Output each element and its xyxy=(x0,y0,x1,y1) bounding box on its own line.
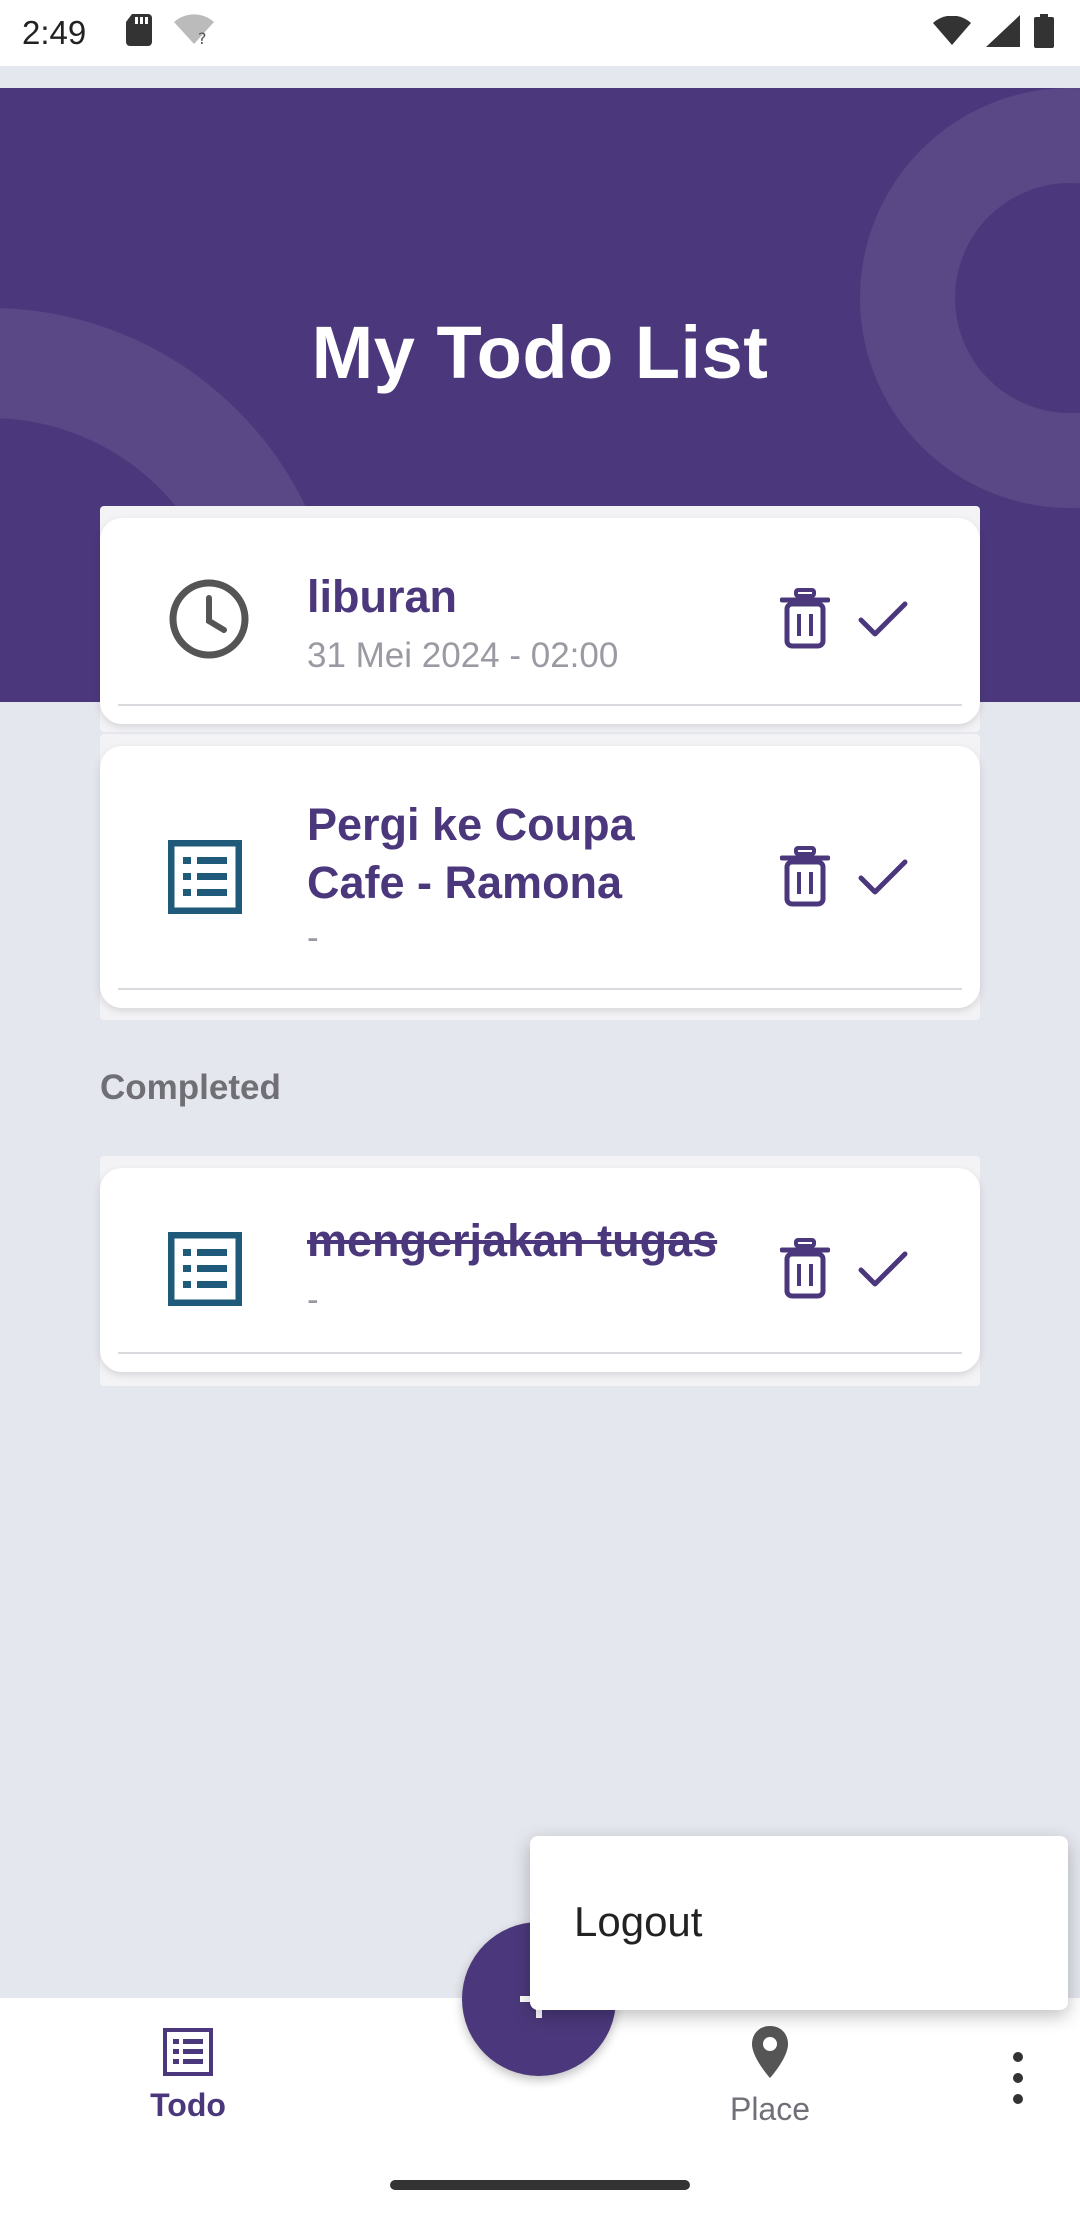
nav-label-place: Place xyxy=(729,2091,811,2127)
completed-todo-subtitle: - xyxy=(307,1280,319,1319)
wifi-icon xyxy=(933,16,971,45)
nav-item-todo[interactable]: Todo xyxy=(118,2028,258,2124)
trash-icon[interactable] xyxy=(780,588,830,650)
todo-datetime: 31 Mei 2024 - 02:00 xyxy=(307,636,619,675)
more-options-icon[interactable] xyxy=(998,2046,1038,2110)
signal-icon xyxy=(986,15,1020,47)
overflow-menu: Logout xyxy=(530,1836,1068,2010)
todo-card-container: liburan 31 Mei 2024 - 02:00 xyxy=(100,506,980,732)
todo-title: liburan xyxy=(307,571,458,622)
completed-todo-card[interactable]: mengerjakan tugas - xyxy=(100,1168,980,1372)
list-icon xyxy=(168,840,242,914)
todo-card[interactable]: liburan 31 Mei 2024 - 02:00 xyxy=(100,518,980,724)
gesture-bar xyxy=(0,2152,1080,2220)
trash-icon[interactable] xyxy=(780,1238,830,1300)
status-time: 2:49 xyxy=(22,14,87,51)
decorative-circle xyxy=(860,88,1080,508)
status-bar: 2:49 ? xyxy=(0,0,1080,66)
todo-title: Pergi ke Coupa Cafe - Ramona xyxy=(307,799,635,908)
completed-section-label: Completed xyxy=(100,1068,281,1107)
divider xyxy=(118,988,962,990)
battery-icon xyxy=(1034,14,1054,48)
todo-card[interactable]: Pergi ke Coupa Cafe - Ramona - xyxy=(100,746,980,1008)
list-icon xyxy=(163,2028,213,2076)
home-gesture-handle[interactable] xyxy=(390,2180,690,2190)
sd-card-icon xyxy=(126,14,152,46)
check-icon[interactable] xyxy=(858,600,908,640)
check-icon[interactable] xyxy=(858,858,908,898)
svg-text:?: ? xyxy=(198,29,207,46)
trash-icon[interactable] xyxy=(780,846,830,908)
completed-card-container: mengerjakan tugas - xyxy=(100,1156,980,1386)
nav-item-place[interactable]: Place xyxy=(700,2024,840,2128)
clock-icon xyxy=(169,579,249,659)
todo-card-container: Pergi ke Coupa Cafe - Ramona - xyxy=(100,734,980,1020)
page-title: My Todo List xyxy=(311,311,769,394)
divider xyxy=(118,704,962,706)
nav-label-todo: Todo xyxy=(150,2087,226,2123)
list-icon xyxy=(168,1232,242,1306)
check-icon[interactable] xyxy=(858,1250,908,1290)
todo-datetime: - xyxy=(307,918,319,957)
wifi-unknown-icon: ? xyxy=(174,14,214,46)
completed-todo-title: mengerjakan tugas xyxy=(307,1215,718,1266)
location-pin-icon xyxy=(752,2026,788,2078)
divider xyxy=(118,1352,962,1354)
logout-menu-item[interactable]: Logout xyxy=(574,1898,702,1946)
